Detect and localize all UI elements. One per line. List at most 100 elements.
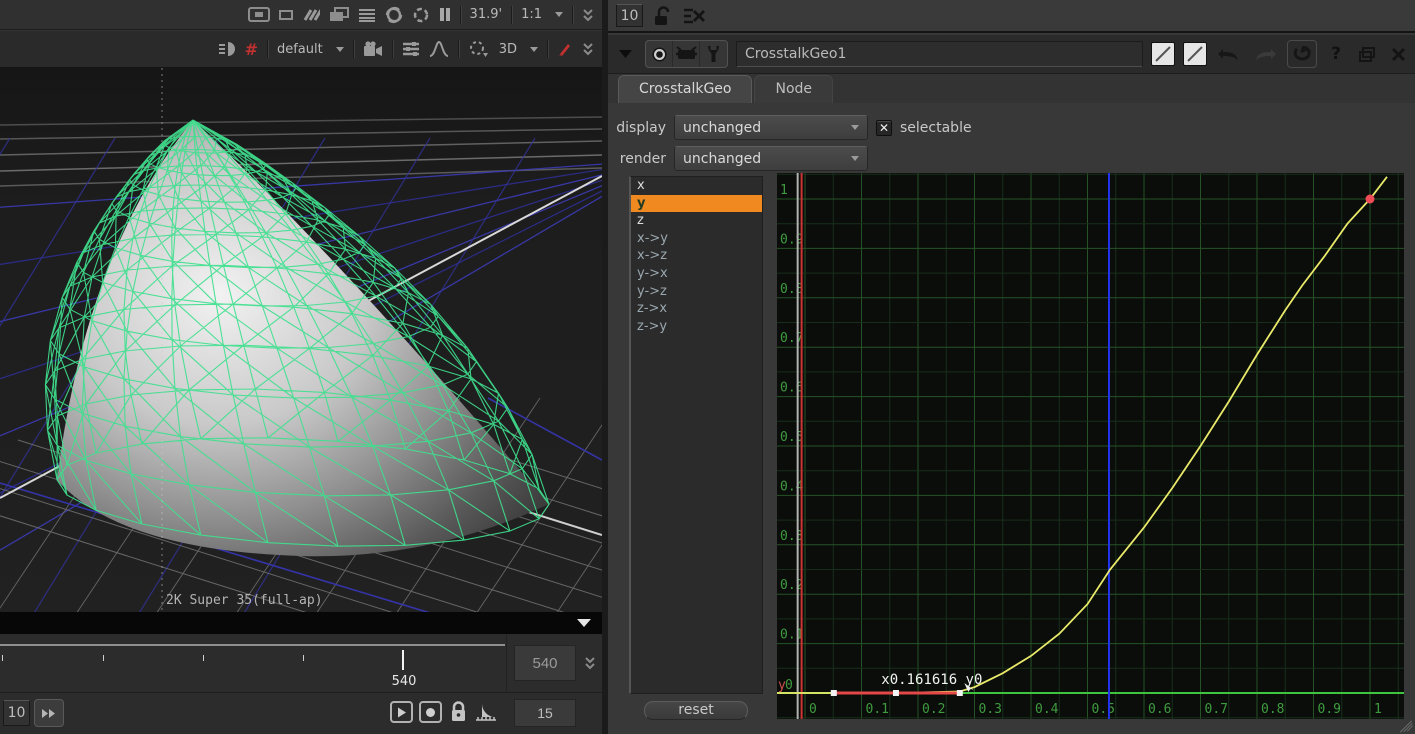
tab-node[interactable]: Node (754, 75, 833, 103)
svg-text:0.7: 0.7 (780, 331, 803, 346)
float-panel-icon[interactable] (1355, 47, 1379, 62)
fast-forward-icon (41, 708, 57, 719)
tab-crosstalkgeo[interactable]: CrosstalkGeo (618, 75, 752, 103)
frame-slider[interactable]: 540 (0, 634, 602, 692)
view-mode-carat[interactable] (530, 47, 538, 52)
toolbar-separator (572, 6, 573, 24)
view-mode-value[interactable]: 3D (499, 42, 517, 57)
rotopaint-brush-icon[interactable] (557, 41, 573, 57)
framing-icon[interactable] (248, 7, 270, 22)
max-panels-field[interactable] (616, 4, 643, 27)
svg-text:0: 0 (785, 678, 793, 693)
svg-text:0.5: 0.5 (780, 430, 803, 445)
wipe-preset-carat[interactable] (336, 47, 344, 52)
list-item-y[interactable]: y (631, 195, 762, 213)
zoom-dropdown-carat[interactable] (555, 12, 563, 17)
collapse-toolbar-icon[interactable] (582, 42, 594, 56)
layers-stack-icon[interactable] (358, 8, 376, 22)
help-button[interactable]: ? (1325, 44, 1347, 64)
viewer-fov-value[interactable]: 31.9' (470, 7, 503, 22)
list-item-yx[interactable]: y->x (631, 265, 762, 283)
list-item-xy[interactable]: x->y (631, 230, 762, 248)
list-item-xz[interactable]: x->z (631, 247, 762, 265)
3d-viewport[interactable]: 2K Super 35(full-ap) (0, 68, 602, 612)
unlock-icon[interactable] (653, 5, 672, 27)
svg-text:0.8: 0.8 (780, 282, 803, 297)
playback-controls (0, 692, 602, 734)
crosstalk-channel-list[interactable]: xyzx->yx->zy->xy->zz->xz->y (629, 176, 763, 694)
properties-bin-header (608, 0, 1415, 33)
headlamp-icon[interactable] (218, 41, 236, 57)
grid-toggle-icon[interactable]: # (245, 40, 258, 59)
playback-rate-field[interactable] (3, 700, 30, 726)
svg-text:0.2: 0.2 (780, 578, 803, 593)
playhead[interactable] (402, 650, 404, 670)
crosstalk-curve-editor[interactable]: 00.10.20.30.40.50.60.70.80.910.10.20.30.… (777, 173, 1415, 734)
record-region-button[interactable] (419, 701, 442, 723)
channels-mixer-icon[interactable] (402, 41, 420, 57)
reset-button[interactable]: reset (644, 701, 748, 720)
svg-text:0.1: 0.1 (866, 702, 889, 717)
node-name-field[interactable] (736, 41, 1143, 67)
checker-wipe-icon[interactable] (302, 8, 320, 22)
svg-text:0.2: 0.2 (922, 702, 945, 717)
redo-icon[interactable] (1251, 47, 1279, 61)
collapse-toolbar-icon[interactable] (582, 8, 594, 22)
list-item-x[interactable]: x (631, 177, 762, 195)
flipbook-ramp-icon[interactable] (474, 699, 500, 724)
revert-icon[interactable] (1287, 40, 1317, 68)
render-row: render unchanged (608, 146, 868, 171)
fast-forward-button[interactable] (34, 699, 64, 727)
timeline-collapse-icon[interactable] (584, 656, 596, 670)
roi-icon[interactable] (412, 6, 430, 24)
expand-strip-carat-icon[interactable] (576, 618, 592, 628)
gamma-curve-icon[interactable] (429, 41, 449, 57)
render-dropdown[interactable]: unchanged (674, 146, 868, 171)
timeline-cache-bar (0, 644, 505, 646)
refresh-icon[interactable] (385, 6, 403, 24)
wipe-preset-value[interactable]: default (277, 42, 323, 57)
selectable-label: selectable (900, 120, 972, 136)
node-color-swatch[interactable] (1151, 42, 1175, 66)
selectable-checkbox[interactable]: ✕ (876, 120, 892, 136)
frame-range-field[interactable] (514, 645, 576, 681)
camera-icon[interactable] (363, 41, 383, 57)
list-item-yz[interactable]: y->z (631, 283, 762, 301)
svg-text:0.9: 0.9 (780, 232, 803, 247)
list-item-z[interactable]: z (631, 212, 762, 230)
monitor-output-icon[interactable] (673, 41, 700, 67)
display-label: display (608, 120, 666, 136)
toolbar-separator (460, 6, 461, 24)
panel-collapse-carat-icon[interactable] (618, 49, 633, 59)
compare-frames-icon[interactable] (329, 7, 349, 22)
viewer-toolbar-top: 31.9' 1:1 (0, 0, 602, 30)
center-node-icon[interactable] (646, 41, 673, 67)
close-panel-icon[interactable] (1387, 48, 1409, 61)
svg-text:0.1: 0.1 (780, 628, 803, 643)
gain-region-icon[interactable] (279, 9, 293, 21)
timeline-separator (506, 634, 507, 692)
display-dropdown[interactable]: unchanged (674, 115, 868, 140)
display-dropdown-carat (851, 125, 859, 130)
toolbar-separator (392, 40, 393, 58)
svg-text:0.4: 0.4 (780, 479, 804, 494)
wrench-icon[interactable] (700, 41, 727, 67)
gl-color-swatch[interactable] (1183, 42, 1207, 66)
zoom-ratio-value[interactable]: 1:1 (521, 7, 542, 22)
record-icon (425, 707, 436, 718)
svg-text:0.8: 0.8 (1261, 702, 1284, 717)
render-label: render (608, 151, 666, 167)
lock-range-icon[interactable] (450, 700, 467, 724)
viewer-collapse-strip[interactable] (0, 612, 602, 634)
list-item-zx[interactable]: z->x (631, 300, 762, 318)
fps-field[interactable] (514, 699, 576, 727)
selection-mode-icon[interactable] (468, 40, 490, 58)
timeline-tick (203, 655, 204, 661)
svg-text:0.4: 0.4 (1035, 702, 1059, 717)
list-item-zy[interactable]: z->y (631, 318, 762, 336)
toolbar-separator (353, 40, 354, 58)
play-button[interactable] (390, 701, 413, 723)
close-all-panels-icon[interactable] (682, 7, 706, 25)
pause-icon[interactable] (439, 7, 451, 22)
undo-icon[interactable] (1215, 47, 1243, 61)
